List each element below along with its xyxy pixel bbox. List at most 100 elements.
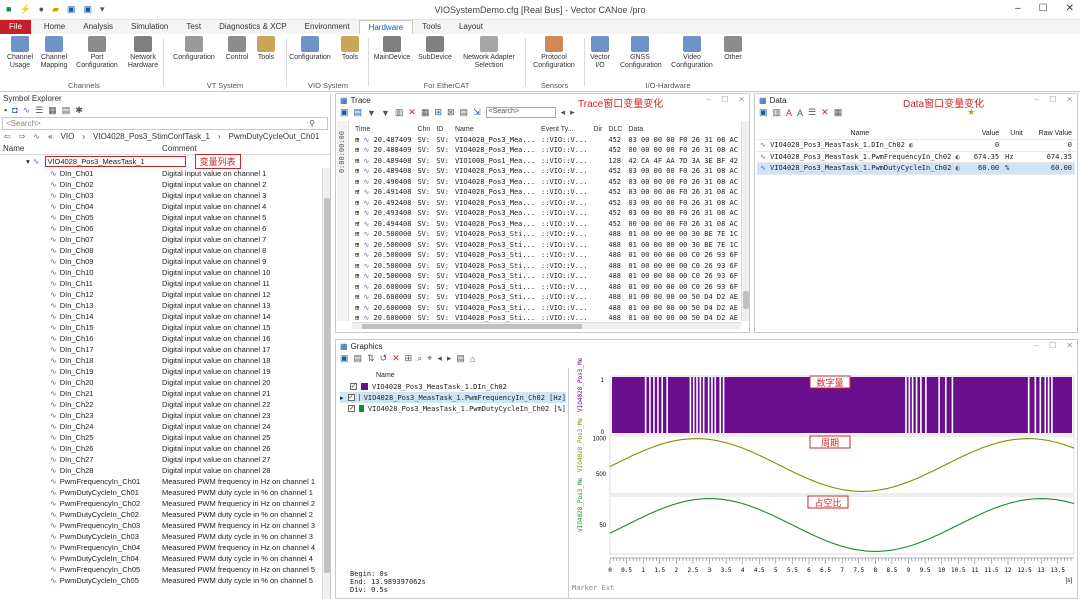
symbol-row[interactable]: ∿ PwmFrequencyIn_Ch03 Measured PWM frequen…: [0, 520, 330, 531]
ribbon-button-gnss[interactable]: GNSS Configuration: [620, 36, 662, 70]
g-icon-8[interactable]: ⌖: [427, 353, 432, 364]
data-row[interactable]: ∿ VIO4028_Pos3_MeasTask_1.PwmDutyCycleIn…: [757, 162, 1075, 175]
symbol-row[interactable]: ∿ DIn_Ch15 Digital input value on channel …: [0, 322, 330, 333]
trace-row[interactable]: ⊞ ∿ 20.488409 SV: SV: VIO4028_Pos3_Mea...::…: [352, 145, 749, 156]
maximize-icon[interactable]: ☐: [1039, 3, 1048, 14]
trace-scrollbar-thumb[interactable]: [743, 291, 749, 309]
symbol-row[interactable]: ∿ DIn_Ch21 Digital input value on channel …: [0, 388, 330, 399]
tab-simulation[interactable]: Simulation: [122, 20, 177, 34]
tree-view-icon[interactable]: ◘: [12, 105, 17, 116]
trace-row[interactable]: ⊞ ∿ 20.500000 SV: SV: VIO4028_Pos3_Sti...::…: [352, 240, 749, 251]
trace-row[interactable]: ⊞ ∿ 20.494408 SV: SV: VIO4028_Pos3_Mea...::…: [352, 219, 749, 230]
minimize-icon[interactable]: –: [1035, 341, 1039, 350]
symbol-row[interactable]: ∿ DIn_Ch04 Digital input value on channel …: [0, 201, 330, 212]
restore-icon[interactable]: ☐: [721, 95, 728, 104]
breadcrumb-root-icon[interactable]: ∿: [33, 132, 40, 142]
legend-row[interactable]: ✓ VIO4028_Pos3_MeasTask_1.PwmDutyCycleIn_…: [340, 403, 566, 414]
trace-filter-icon[interactable]: ▣: [340, 107, 349, 118]
trace-row[interactable]: ⊞ ∿ 20.500000 SV: SV: VIO4028_Pos3_Sti...::…: [352, 250, 749, 261]
trace-row[interactable]: ⊞ ∿ 20.493408 SV: SV: VIO4028_Pos3_Mea...::…: [352, 208, 749, 219]
symbol-row[interactable]: ∿ DIn_Ch18 Digital input value on channel …: [0, 355, 330, 366]
data-list-icon[interactable]: ☰: [808, 107, 816, 118]
symbol-row[interactable]: ∿ DIn_Ch03 Digital input value on channel …: [0, 190, 330, 201]
tab-environment[interactable]: Environment: [296, 20, 359, 34]
breadcrumb-item[interactable]: VIO4028_Pos3_StimConfTask_1: [93, 132, 210, 142]
symbol-row[interactable]: ∿ DIn_Ch14 Digital input value on channel …: [0, 311, 330, 322]
minimize-icon[interactable]: –: [707, 95, 711, 104]
g-icon-7[interactable]: ⌕: [417, 353, 422, 364]
data-row[interactable]: ∿ VIO4028_Pos3_MeasTask_1.DIn_Ch02 ◐ 0 0: [757, 139, 1075, 152]
trace-hscroll[interactable]: [352, 322, 741, 329]
data-delete-icon[interactable]: ✕: [821, 107, 829, 118]
g-icon-11[interactable]: ▤: [456, 353, 465, 364]
trace-column-header[interactable]: Name: [452, 124, 538, 135]
tab-home[interactable]: Home: [35, 20, 74, 34]
trace-row[interactable]: ⊞ ∿ 20.600000 SV: SV: VIO4028_Pos3_Sti...::…: [352, 282, 749, 293]
restore-icon[interactable]: ☐: [1049, 95, 1056, 104]
g-icon-1[interactable]: ▣: [340, 353, 349, 364]
trace-stop-icon[interactable]: ⊠: [447, 107, 455, 118]
ribbon-button-control[interactable]: Control: [222, 36, 252, 62]
data-sym-icon[interactable]: ▥: [773, 107, 782, 118]
trace-hex-icon[interactable]: ▦: [421, 107, 430, 118]
data-row[interactable]: ∿ VIO4028_Pos3_MeasTask_1.PwmFrequencyIn…: [757, 151, 1075, 163]
symbol-row[interactable]: ∿ DIn_Ch19 Digital input value on channel …: [0, 366, 330, 377]
breadcrumb-item[interactable]: PwmDutyCycleOut_Ch01: [229, 132, 320, 142]
data-column-header[interactable]: Value: [962, 128, 1003, 140]
graphics-plot[interactable]: VIO4028_Pos3_Me VIO4028_Pos3_Me VIO4028_Po…: [570, 358, 1078, 598]
legend-row[interactable]: ▸ ✓ VIO4028_Pos3_MeasTask_1.PwmFrequencyIn…: [340, 392, 566, 403]
symbol-row[interactable]: ∿ PwmDutyCycleIn_Ch05 Measured PWM duty cy…: [0, 575, 330, 586]
symbol-row[interactable]: ∿ DIn_Ch24 Digital input value on channel …: [0, 421, 330, 432]
symbol-row[interactable]: ∿ DIn_Ch28 Digital input value on channel …: [0, 465, 330, 476]
close-icon[interactable]: ✕: [1066, 95, 1073, 104]
ribbon-button-sub-device[interactable]: SubDevice: [417, 36, 453, 62]
close-icon[interactable]: ✕: [738, 95, 745, 104]
symbol-row[interactable]: ∿ DIn_Ch02 Digital input value on channel …: [0, 179, 330, 190]
symbol-row[interactable]: ∿ DIn_Ch13 Digital input value on channel …: [0, 300, 330, 311]
symbol-row[interactable]: ∿ PwmFrequencyIn_Ch04 Measured PWM frequen…: [0, 542, 330, 553]
ribbon-button-channel-usage[interactable]: Channel Usage: [5, 36, 35, 70]
trace-row[interactable]: ⊞ ∿ 20.492408 SV: SV: VIO4028_Pos3_Mea...::…: [352, 198, 749, 209]
trace-delete-icon[interactable]: ✕: [408, 107, 416, 118]
symbol-row[interactable]: ∿ DIn_Ch16 Digital input value on channel …: [0, 333, 330, 344]
data-a-icon[interactable]: A: [797, 108, 803, 118]
tab-test[interactable]: Test: [177, 20, 210, 34]
trace-row[interactable]: ⊞ ∿ 20.500000 SV: SV: VIO4028_Pos3_Sti...::…: [352, 271, 749, 282]
data-chart-icon[interactable]: ▦: [834, 107, 843, 118]
trace-hscroll-thumb[interactable]: [362, 324, 582, 329]
ribbon-button-vt-tools[interactable]: Tools: [254, 36, 278, 62]
filter-icon[interactable]: ▪: [4, 105, 7, 116]
legend-checkbox[interactable]: ✓: [348, 405, 356, 412]
tab-tools[interactable]: Tools: [413, 20, 450, 34]
restore-icon[interactable]: ☐: [1049, 341, 1056, 350]
trace-column-header[interactable]: Time: [352, 124, 414, 135]
data-add-icon[interactable]: ▣: [759, 107, 768, 118]
trace-search-input[interactable]: <Search>: [485, 107, 556, 118]
symbol-scrollbar-thumb[interactable]: [324, 198, 330, 573]
trace-row[interactable]: ⊞ ∿ 20.489408 SV: SV: VIO1008_Pos1_Mea...::…: [352, 156, 749, 167]
graphics-splitter[interactable]: [568, 368, 569, 598]
data-column-header[interactable]: Unit: [1002, 128, 1026, 140]
symbol-row[interactable]: ∿ DIn_Ch22 Digital input value on channel …: [0, 399, 330, 410]
symbol-row[interactable]: ∿ DIn_Ch10 Digital input value on channel …: [0, 267, 330, 278]
trace-column-header[interactable]: Dir: [590, 124, 605, 135]
trace-column-header[interactable]: Event Ty...: [538, 124, 590, 135]
symbol-row[interactable]: ∿ PwmFrequencyIn_Ch01 Measured PWM frequen…: [0, 476, 330, 487]
back-icon[interactable]: ⇦: [4, 132, 11, 142]
expand-icon[interactable]: ▦: [48, 105, 57, 116]
g-icon-5[interactable]: ✕: [392, 353, 400, 364]
trace-row[interactable]: ⊞ ∿ 20.490408 SV: SV: VIO4028_Pos3_Mea...::…: [352, 177, 749, 188]
trace-filter2-icon[interactable]: ▼: [367, 108, 376, 118]
tab-layout[interactable]: Layout: [450, 20, 492, 34]
symbol-row[interactable]: ∿ DIn_Ch12 Digital input value on channel …: [0, 289, 330, 300]
close-icon[interactable]: ✕: [1066, 3, 1074, 14]
ribbon-button-network-hardware[interactable]: Network Hardware: [126, 36, 160, 70]
symbol-row[interactable]: ∿ DIn_Ch23 Digital input value on channel …: [0, 410, 330, 421]
g-icon-12[interactable]: ⌂: [470, 354, 475, 364]
trace-row[interactable]: ⊞ ∿ 20.487409 SV: SV: VIO4028_Pos3_Mea...::…: [352, 135, 749, 146]
ribbon-button-vt-config[interactable]: Configuration: [171, 36, 217, 62]
ribbon-button-channel-mapping[interactable]: Channel Mapping: [37, 36, 71, 70]
binocular-icon[interactable]: ⚲: [309, 118, 315, 129]
minimize-icon[interactable]: –: [1035, 95, 1039, 104]
symbol-row[interactable]: ∿ DIn_Ch25 Digital input value on channel …: [0, 432, 330, 443]
